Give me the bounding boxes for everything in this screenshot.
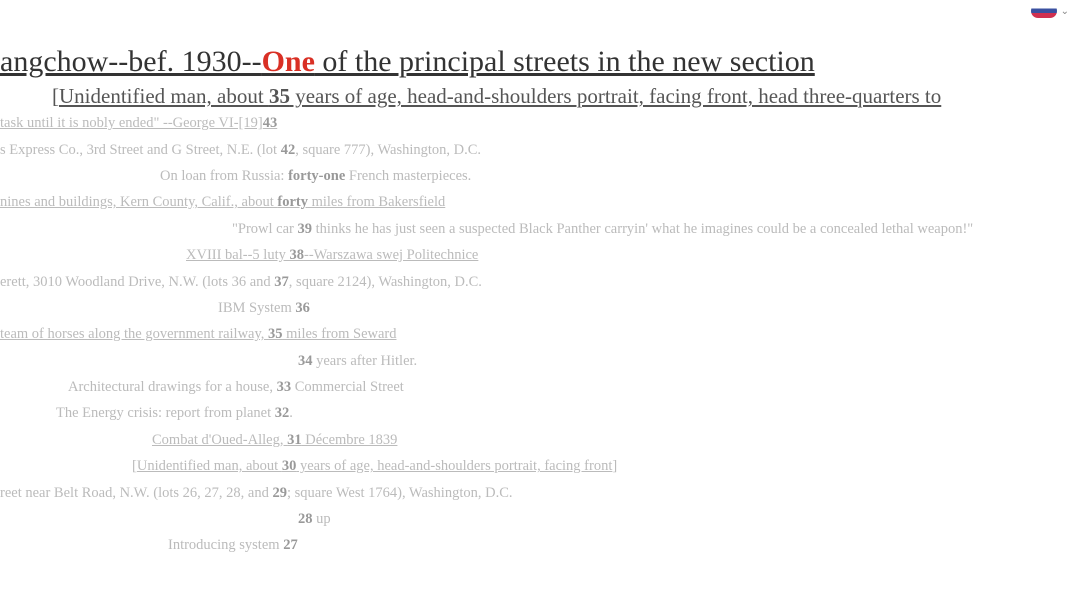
r14n: 30 — [282, 458, 297, 474]
r4a: nines and buildings, Kern County, Calif.… — [0, 194, 277, 210]
r1a: task until it is nobly ended" --George V… — [0, 115, 263, 131]
title-highlight: One — [262, 45, 315, 78]
r1n: 43 — [263, 115, 278, 131]
r16b: up — [313, 511, 331, 527]
r11n: 33 — [277, 379, 292, 395]
r14b: years of age, head-and-shoulders portrai… — [296, 458, 612, 474]
bracket: ] — [612, 458, 617, 474]
title-post: of the principal streets in the new sect… — [315, 45, 815, 78]
r6b: --Warszawa swej Politechnice — [304, 247, 478, 263]
r14u: Unidentified man, about 30 years of age,… — [137, 458, 613, 474]
result-row[interactable]: On loan from Russia: forty-one French ma… — [0, 168, 1079, 185]
sub1-text: Unidentified man, about 35 years of age,… — [59, 84, 941, 108]
result-row[interactable]: Introducing system 27 — [0, 537, 1079, 554]
result-row[interactable]: [Unidentified man, about 30 years of age… — [0, 458, 1079, 475]
r14a: Unidentified man, about — [137, 458, 282, 474]
r9n: 35 — [268, 326, 283, 342]
r4u: nines and buildings, Kern County, Calif.… — [0, 194, 445, 210]
r3n: forty-one — [288, 168, 345, 184]
r8a: IBM System — [218, 300, 295, 316]
result-row[interactable]: 28 up — [0, 511, 1079, 528]
r7n: 37 — [274, 274, 289, 290]
r13n: 31 — [287, 432, 302, 448]
r11a: Architectural drawings for a house, — [68, 379, 277, 395]
results-list: angchow--bef. 1930--One of the principal… — [0, 0, 1079, 555]
r6a: XVIII bal--5 luty — [186, 247, 289, 263]
r17a: Introducing system — [168, 537, 283, 553]
r8n: 36 — [295, 300, 310, 316]
r2n: 42 — [281, 142, 296, 158]
result-row[interactable]: task until it is nobly ended" --George V… — [0, 115, 1079, 132]
r13a: Combat d'Oued-Alleg, — [152, 432, 287, 448]
result-row[interactable]: "Prowl car 39 thinks he has just seen a … — [0, 221, 1079, 238]
r7a: erett, 3010 Woodland Drive, N.W. (lots 3… — [0, 274, 274, 290]
r11b: Commercial Street — [291, 379, 404, 395]
r3b: French masterpieces. — [345, 168, 471, 184]
r16n: 28 — [298, 511, 313, 527]
r6n: 38 — [289, 247, 304, 263]
r12n: 32 — [275, 405, 290, 421]
sub1-b: years of age, head-and-shoulders portrai… — [290, 84, 941, 108]
r7b: , square 2124), Washington, D.C. — [289, 274, 482, 290]
r15b: ; square West 1764), Washington, D.C. — [287, 485, 513, 501]
result-row[interactable]: The Energy crisis: report from planet 32… — [0, 405, 1079, 422]
chevron-down-icon: ⌄ — [1061, 6, 1069, 17]
flag-icon — [1031, 4, 1057, 18]
r4b: miles from Bakersfield — [308, 194, 445, 210]
result-row[interactable]: XVIII bal--5 luty 38--Warszawa swej Poli… — [0, 247, 1079, 264]
r10n: 34 — [298, 353, 313, 369]
r3a: On loan from Russia: — [160, 168, 288, 184]
result-row[interactable]: s Express Co., 3rd Street and G Street, … — [0, 142, 1079, 159]
language-selector[interactable]: ⌄ — [1031, 4, 1069, 18]
r15n: 29 — [273, 485, 288, 501]
result-row[interactable]: team of horses along the government rail… — [0, 326, 1079, 343]
r17n: 27 — [283, 537, 298, 553]
r12b: . — [289, 405, 293, 421]
bracket: [ — [52, 84, 59, 108]
r13b: Décembre 1839 — [302, 432, 398, 448]
r5a: "Prowl car — [232, 221, 298, 237]
sub1-a: Unidentified man, about — [59, 84, 269, 108]
sub1-num: 35 — [269, 84, 290, 108]
r9a: team of horses along the government rail… — [0, 326, 268, 342]
r9b: miles from Seward — [283, 326, 397, 342]
result-row[interactable]: Architectural drawings for a house, 33 C… — [0, 379, 1079, 396]
result-title[interactable]: angchow--bef. 1930--One of the principal… — [0, 44, 1079, 80]
result-row[interactable]: IBM System 36 — [0, 300, 1079, 317]
r13u: Combat d'Oued-Alleg, 31 Décembre 1839 — [152, 432, 397, 448]
result-row[interactable]: erett, 3010 Woodland Drive, N.W. (lots 3… — [0, 274, 1079, 291]
r5n: 39 — [298, 221, 313, 237]
title-pre: angchow--bef. 1930-- — [0, 45, 262, 78]
r15a: reet near Belt Road, N.W. (lots 26, 27, … — [0, 485, 273, 501]
r9u: team of horses along the government rail… — [0, 326, 397, 342]
r2a: s Express Co., 3rd Street and G Street, … — [0, 142, 281, 158]
r5b: thinks he has just seen a suspected Blac… — [312, 221, 973, 237]
result-row[interactable]: nines and buildings, Kern County, Calif.… — [0, 194, 1079, 211]
r6u: XVIII bal--5 luty 38--Warszawa swej Poli… — [186, 247, 478, 263]
result-row[interactable]: 34 years after Hitler. — [0, 353, 1079, 370]
result-subline-1[interactable]: [Unidentified man, about 35 years of age… — [0, 84, 1079, 109]
r2b: , square 777), Washington, D.C. — [295, 142, 481, 158]
row-text: task until it is nobly ended" --George V… — [0, 115, 277, 131]
r10b: years after Hitler. — [313, 353, 418, 369]
result-row[interactable]: Combat d'Oued-Alleg, 31 Décembre 1839 — [0, 432, 1079, 449]
r12a: The Energy crisis: report from planet — [56, 405, 275, 421]
result-row[interactable]: reet near Belt Road, N.W. (lots 26, 27, … — [0, 485, 1079, 502]
r4n: forty — [277, 194, 308, 210]
